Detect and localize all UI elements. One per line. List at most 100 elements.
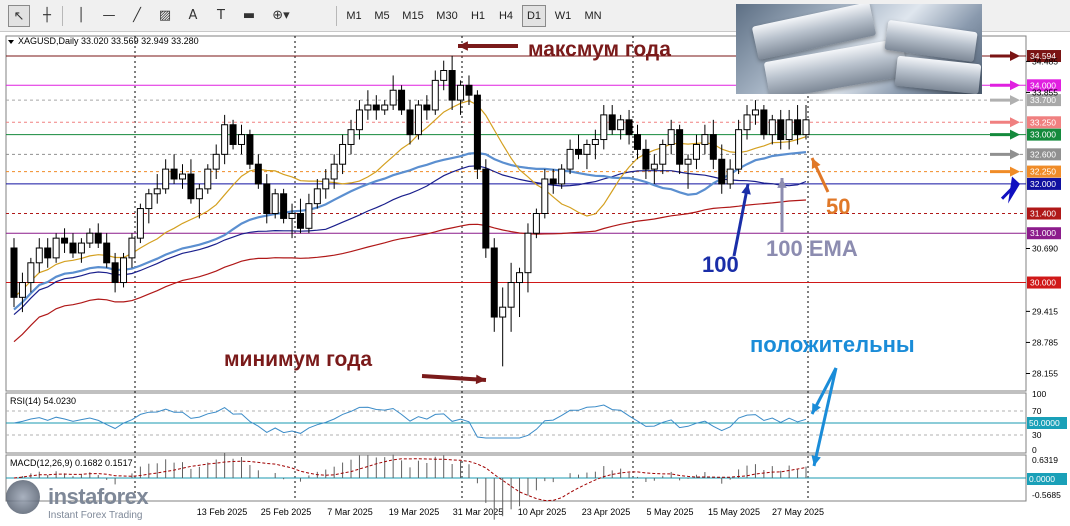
x-tick-label: 19 Mar 2025 [389, 507, 440, 517]
vertical-line-icon[interactable]: │ [70, 5, 92, 27]
candle-body [726, 168, 734, 185]
candle-body [296, 213, 304, 229]
candle-body [760, 109, 768, 136]
candle-body [659, 143, 667, 165]
candle-body [263, 183, 271, 215]
candle-body [701, 134, 709, 145]
year-min-annotation: минимум года [224, 348, 372, 371]
timeframe-d1-button[interactable]: D1 [522, 5, 546, 27]
candle-body [330, 163, 338, 180]
text-tool-icon[interactable]: A [182, 5, 204, 27]
candle-body [254, 163, 262, 185]
timeframe-h1-button[interactable]: H1 [466, 5, 490, 27]
timeframe-m30-button[interactable]: M30 [432, 5, 462, 27]
trendline-icon[interactable]: ╱ [126, 5, 148, 27]
candle-body [77, 242, 85, 254]
candle-body [524, 232, 532, 274]
candle-body [575, 148, 583, 155]
candle-body [751, 109, 759, 116]
candle-body [86, 232, 94, 244]
level-price-label: 32.250 [1030, 167, 1056, 177]
crosshair-icon[interactable]: ┼ [36, 5, 58, 27]
level-price-label: 31.000 [1030, 228, 1056, 238]
candle-body [667, 129, 675, 145]
toolbar-separator [336, 6, 337, 26]
candle-body [195, 188, 203, 200]
candle-body [541, 178, 549, 215]
text-label-icon[interactable]: T [210, 5, 232, 27]
logo-tagline: Instant Forex Trading [48, 510, 143, 521]
candle-body [145, 193, 153, 210]
level-price-label: 33.000 [1030, 130, 1056, 140]
candle-body [566, 148, 574, 170]
shapes-menu-icon[interactable]: ⊕▾ [266, 5, 296, 27]
x-tick-label: 23 Apr 2025 [582, 507, 631, 517]
candle-body [440, 70, 448, 81]
timeframe-m1-button[interactable]: M1 [342, 5, 366, 27]
candle-body [212, 153, 220, 170]
rsi-tick-label: 50.0000 [1029, 418, 1060, 428]
candle-body [414, 104, 422, 136]
candle-body [650, 163, 658, 170]
macd-tick-label: 0.6319 [1032, 455, 1058, 465]
candle-body [237, 134, 245, 145]
candle-body [372, 104, 380, 111]
candle-body [69, 242, 77, 254]
candle-body [162, 168, 170, 190]
candle-body [558, 168, 566, 185]
x-tick-label: 13 Feb 2025 [197, 507, 248, 517]
candle-body [389, 89, 397, 106]
positive-annotation: положительны [750, 332, 915, 357]
rsi-tick-label: 30 [1032, 430, 1042, 440]
candle-body [170, 168, 178, 180]
y-tick-label: 29.415 [1032, 306, 1058, 316]
candle-body [355, 109, 363, 131]
candle-body [120, 257, 128, 284]
candle-body [10, 247, 18, 298]
toolbar-separator [62, 6, 63, 26]
level-price-label: 33.250 [1030, 117, 1056, 127]
x-tick-label: 5 May 2025 [646, 507, 693, 517]
candle-body [288, 213, 296, 219]
y-tick-label: 34.485 [1032, 56, 1058, 66]
candle-body [676, 129, 684, 165]
timeframe-w1-button[interactable]: W1 [550, 5, 576, 27]
candle-body [743, 114, 751, 131]
candle-body [153, 188, 161, 195]
x-tick-label: 7 Mar 2025 [327, 507, 373, 517]
candle-body [364, 104, 372, 111]
x-tick-label: 25 Feb 2025 [261, 507, 312, 517]
candle-body [457, 84, 465, 101]
candle-body [313, 188, 321, 205]
candle-body [642, 148, 650, 170]
candle-body [549, 178, 557, 185]
rsi-tick-label: 0 [1032, 445, 1037, 455]
timeframe-mn-button[interactable]: MN [580, 5, 606, 27]
horizontal-line-icon[interactable]: — [98, 5, 120, 27]
timeframe-h4-button[interactable]: H4 [494, 5, 518, 27]
y-tick-label: 28.785 [1032, 337, 1058, 347]
candle-body [583, 143, 591, 155]
candle-body [111, 262, 119, 284]
candle-body [52, 237, 60, 259]
candle-body [339, 143, 347, 165]
channel-icon[interactable]: ▨ [154, 5, 176, 27]
rsi-tick-label: 70 [1032, 406, 1042, 416]
timeframe-m5-button[interactable]: M5 [370, 5, 394, 27]
cursor-icon[interactable]: ↖ [8, 5, 30, 27]
x-tick-label: 10 Apr 2025 [518, 507, 567, 517]
rectangle-icon[interactable]: ▬ [238, 5, 260, 27]
candle-body [423, 104, 431, 111]
candle-body [27, 262, 35, 284]
level-price-label: 32.000 [1030, 179, 1056, 189]
x-tick-label: 27 May 2025 [772, 507, 824, 517]
candle-body [136, 208, 144, 239]
candle-body [465, 84, 473, 96]
candle-body [431, 79, 439, 111]
timeframe-m15-button[interactable]: M15 [398, 5, 428, 27]
candle-body [221, 124, 229, 155]
price-chart: 34.59434.00033.70033.25033.00032.60032.2… [5, 35, 1067, 520]
candle-body [94, 232, 102, 244]
ma100-annotation: 100 [702, 252, 739, 277]
candle-body [718, 158, 726, 185]
